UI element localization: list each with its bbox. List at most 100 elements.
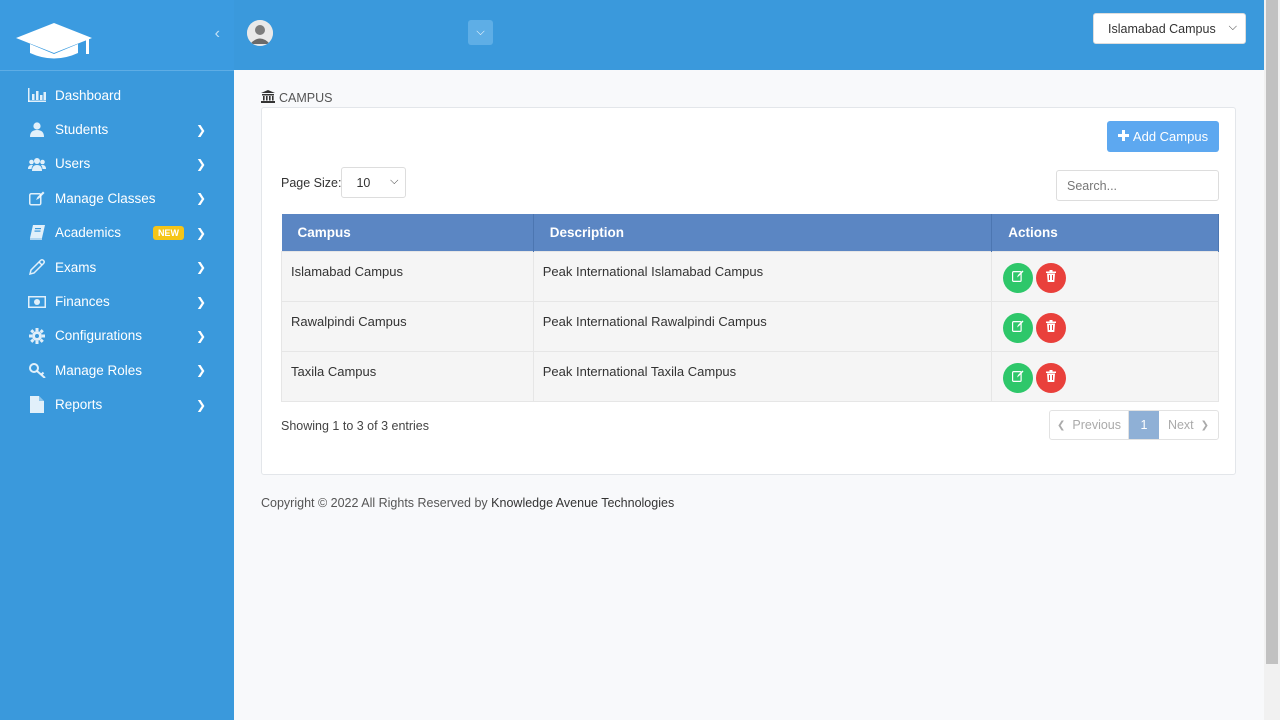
sidebar: ‹ Dashboard Students ❯ Users ❯ Manage Classes… — [0, 0, 234, 720]
trash-icon — [1046, 320, 1057, 335]
pagination: ❮ Previous 1 Next ❯ — [1049, 410, 1219, 440]
chevron-right-icon: ❯ — [195, 363, 206, 378]
column-header-campus[interactable]: Campus — [281, 214, 534, 251]
search-input[interactable] — [1056, 170, 1219, 201]
cell-description: Peak International Taxila Campus — [532, 350, 993, 402]
chevron-right-icon: ❯ — [195, 328, 206, 343]
plus-icon — [1117, 129, 1129, 144]
add-campus-button[interactable]: Add Campus — [1107, 121, 1219, 152]
column-header-actions: Actions — [991, 214, 1219, 251]
sidebar-item-label: Manage Classes — [55, 190, 156, 206]
chevron-down-icon: ⌵ — [1228, 21, 1237, 33]
table-row: Islamabad Campus Peak International Islam… — [281, 250, 1219, 302]
user-icon — [27, 121, 47, 139]
book-icon — [27, 224, 47, 242]
cell-description: Peak International Rawalpindi Campus — [532, 300, 993, 352]
next-label: Next — [1167, 418, 1194, 432]
sidebar-item-label: Finances — [55, 294, 110, 310]
cell-campus: Taxila Campus — [281, 350, 534, 402]
edit-button[interactable] — [1003, 362, 1034, 393]
edit-button[interactable] — [1003, 312, 1034, 343]
cell-actions — [991, 350, 1219, 402]
chevron-left-icon: ❮ — [1056, 419, 1066, 431]
sidebar-item-label: Students — [55, 122, 109, 138]
page-size-control: Page Size: 10 ⌵ — [281, 167, 407, 198]
column-header-description[interactable]: Description — [533, 214, 993, 251]
previous-label: Previous — [1072, 418, 1122, 432]
sidebar-item-manage-classes[interactable]: Manage Classes ❯ — [0, 181, 234, 215]
sidebar-collapse-icon[interactable]: ‹ — [215, 25, 220, 43]
institution-icon — [261, 90, 275, 106]
page-size-value: 10 — [356, 175, 371, 190]
chevron-right-icon: ❯ — [195, 122, 206, 137]
table-row: Rawalpindi Campus Peak International Rawa… — [281, 300, 1219, 352]
table-row: Taxila Campus Peak International Taxila C… — [281, 350, 1219, 402]
users-icon — [27, 155, 47, 173]
copyright-text: Copyright © 2022 All Rights Reserved by — [261, 496, 492, 510]
scrollbar-thumb[interactable] — [1266, 0, 1278, 664]
trash-icon — [1046, 370, 1057, 385]
sidebar-item-manage-roles[interactable]: Manage Roles ❯ — [0, 353, 234, 387]
vertical-scrollbar[interactable] — [1264, 0, 1280, 720]
sidebar-item-label: Manage Roles — [55, 362, 143, 378]
edit-button[interactable] — [1003, 262, 1034, 293]
pagination-page-1[interactable]: 1 — [1129, 411, 1159, 439]
pagination-previous[interactable]: ❮ Previous — [1050, 411, 1129, 439]
page-size-select[interactable]: 10 ⌵ — [341, 167, 407, 198]
entries-info: Showing 1 to 3 of 3 entries — [281, 419, 430, 433]
sidebar-item-label: Exams — [55, 259, 97, 275]
pagination-next[interactable]: Next ❯ — [1159, 411, 1218, 439]
bar-chart-icon — [27, 86, 47, 104]
pencil-icon — [27, 258, 47, 276]
sidebar-item-reports[interactable]: Reports ❯ — [0, 388, 234, 422]
sidebar-item-label: Configurations — [55, 328, 143, 344]
page-size-label: Page Size: — [281, 175, 342, 190]
sidebar-item-users[interactable]: Users ❯ — [0, 147, 234, 181]
sidebar-item-finances[interactable]: Finances ❯ — [0, 284, 234, 318]
sidebar-header: ‹ — [0, 0, 234, 71]
campus-select[interactable]: Islamabad Campus ⌵ — [1093, 13, 1246, 44]
campus-select-value: Islamabad Campus — [1108, 21, 1216, 36]
add-campus-label: Add Campus — [1132, 129, 1209, 144]
table-header-row: Campus Description Actions — [281, 214, 1219, 251]
sidebar-item-configurations[interactable]: Configurations ❯ — [0, 319, 234, 353]
chevron-right-icon: ❯ — [195, 397, 206, 412]
footer: Copyright © 2022 All Rights Reserved by … — [261, 496, 674, 510]
cell-actions — [991, 250, 1219, 302]
chevron-down-icon: ⌵ — [476, 26, 485, 38]
chevron-right-icon: ❯ — [195, 191, 206, 206]
page-title: CAMPUS — [261, 90, 332, 106]
new-badge: NEW — [152, 225, 184, 240]
delete-button[interactable] — [1036, 262, 1067, 293]
sidebar-item-dashboard[interactable]: Dashboard — [0, 78, 234, 112]
cog-icon — [27, 327, 47, 345]
chevron-right-icon: ❯ — [195, 156, 206, 171]
user-menu-dropdown-button[interactable]: ⌵ — [468, 20, 493, 45]
user-avatar[interactable] — [247, 20, 273, 46]
sidebar-item-exams[interactable]: Exams ❯ — [0, 250, 234, 284]
campus-table: Campus Description Actions Islamabad Cam… — [281, 214, 1219, 402]
chevron-right-icon: ❯ — [195, 294, 206, 309]
edit-icon — [1012, 320, 1024, 335]
key-icon — [27, 361, 47, 379]
sidebar-menu: Dashboard Students ❯ Users ❯ Manage Classes ❯ A… — [0, 71, 234, 422]
sidebar-item-label: Dashboard — [55, 87, 122, 103]
chevron-down-icon: ⌵ — [390, 175, 399, 187]
sidebar-item-students[interactable]: Students ❯ — [0, 112, 234, 146]
delete-button[interactable] — [1036, 362, 1067, 393]
graduation-cap-logo[interactable] — [14, 20, 94, 63]
sidebar-item-label: Users — [55, 156, 91, 172]
delete-button[interactable] — [1036, 312, 1067, 343]
company-link[interactable]: Knowledge Avenue Technologies — [491, 496, 674, 510]
cell-actions — [991, 300, 1219, 352]
chevron-right-icon: ❯ — [195, 225, 206, 240]
cell-campus: Rawalpindi Campus — [281, 300, 534, 352]
chevron-right-icon: ❯ — [1200, 419, 1210, 431]
trash-icon — [1046, 270, 1057, 285]
sidebar-item-academics[interactable]: Academics NEW ❯ — [0, 216, 234, 250]
sidebar-item-label: Reports — [55, 397, 103, 413]
cell-description: Peak International Islamabad Campus — [532, 250, 993, 302]
file-icon — [27, 396, 47, 414]
chevron-right-icon: ❯ — [195, 260, 206, 275]
edit-icon — [1012, 270, 1024, 285]
